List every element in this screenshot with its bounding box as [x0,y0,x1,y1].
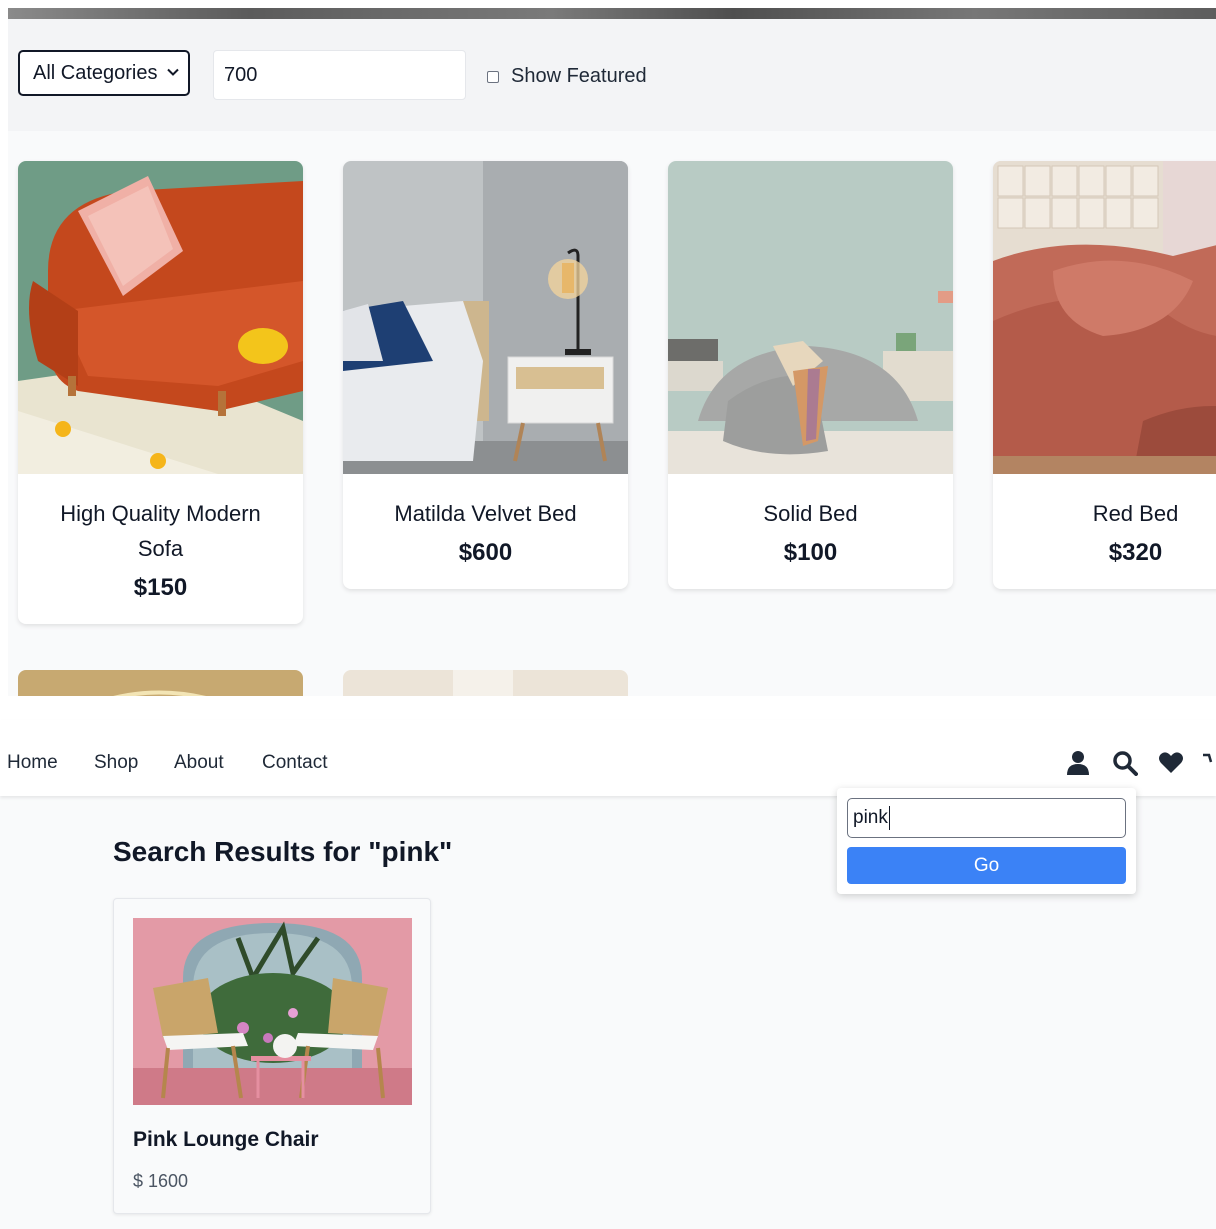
category-select[interactable]: All Categories [18,50,190,96]
show-featured-checkbox[interactable] [487,70,499,83]
filter-bar: All Categories 700 Show Featured [8,19,1216,131]
search-page: Home Shop About Contact pink Go Search R… [0,720,1216,1229]
product-card[interactable]: High Quality Modern Sofa $150 [18,161,303,624]
nav-link-about[interactable]: About [174,752,224,774]
product-price: $150 [133,574,188,601]
header-image-strip [8,8,1216,19]
chevron-down-icon [167,68,179,76]
product-image-partial [343,670,628,696]
product-image-pink-lounge-chair [133,918,412,1105]
search-input-value: pink [853,807,888,828]
shop-panel: All Categories 700 Show Featured High Qu… [8,8,1216,696]
go-button[interactable]: Go [847,847,1126,884]
product-image-matilda-bed [343,161,628,474]
product-image-solid-bed [668,161,953,474]
search-results-title: Search Results for "pink" [113,836,453,867]
price-input-value: 700 [224,63,258,86]
price-input[interactable]: 700 [213,50,466,100]
show-featured-toggle[interactable]: Show Featured [487,65,647,88]
product-card[interactable]: Solid Bed $100 [668,161,953,589]
heart-icon[interactable] [1158,750,1184,776]
product-title[interactable]: High Quality Modern Sofa [18,474,303,566]
product-image-sofa [18,161,303,474]
nav-link-home[interactable]: Home [7,752,58,774]
product-title[interactable]: Matilda Velvet Bed [343,474,628,531]
search-result-price: $ 1600 [133,1171,189,1191]
top-navbar: Home Shop About Contact [0,720,1216,796]
search-popover: pink Go [837,788,1136,894]
search-result-title[interactable]: Pink Lounge Chair [133,1128,319,1152]
nav-link-contact[interactable]: Contact [262,752,327,774]
product-image-partial [18,670,303,696]
product-card-partial[interactable] [18,670,303,696]
product-title[interactable]: Solid Bed [668,474,953,531]
search-result-card[interactable]: Pink Lounge Chair $ 1600 [113,898,431,1214]
product-price: $600 [458,539,513,566]
product-image-red-bed [993,161,1216,474]
product-card-partial[interactable] [343,670,628,696]
user-icon[interactable] [1065,750,1091,776]
product-price: $320 [1108,539,1163,566]
cart-icon[interactable] [1203,750,1216,776]
search-input[interactable]: pink [847,798,1126,838]
product-card[interactable]: Matilda Velvet Bed $600 [343,161,628,589]
show-featured-label: Show Featured [511,65,647,87]
product-price: $100 [783,539,838,566]
category-select-value: All Categories [33,61,158,84]
nav-link-shop[interactable]: Shop [94,752,138,774]
text-caret [888,806,890,830]
product-title[interactable]: Red Bed [993,474,1216,531]
search-icon[interactable] [1112,750,1138,776]
product-card[interactable]: Red Bed $320 [993,161,1216,589]
